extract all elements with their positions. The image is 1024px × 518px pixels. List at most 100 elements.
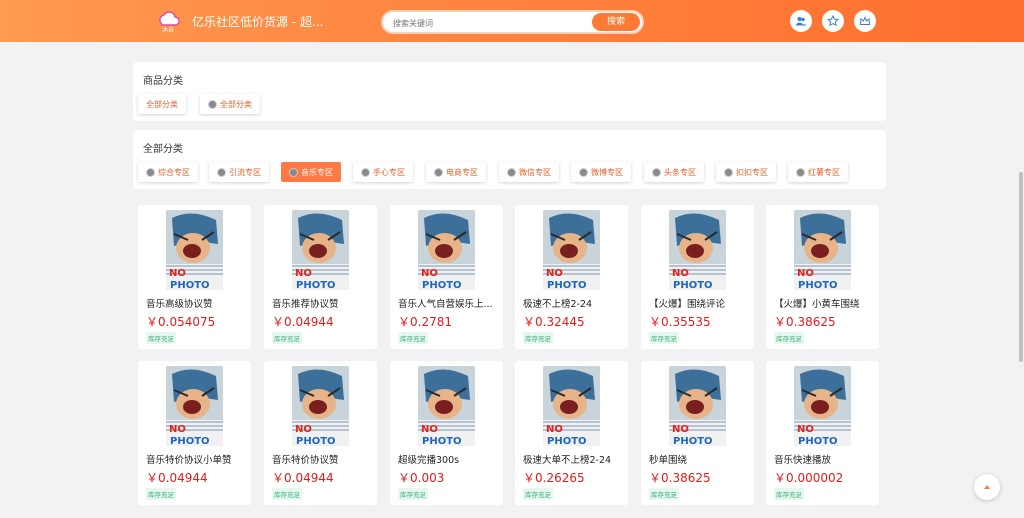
product-price: ￥0.35535 xyxy=(649,315,711,329)
chip-label: 扣扣专区 xyxy=(736,167,768,177)
product-price: ￥0.38625 xyxy=(649,471,711,485)
subcategory-chip-4[interactable]: 电商专区 xyxy=(426,162,486,182)
product-thumbnail[interactable]: NO PHOTO xyxy=(418,210,475,290)
category-avatar-icon xyxy=(652,167,661,177)
subcategory-chip-0[interactable]: 综合专区 xyxy=(138,162,198,182)
back-to-top-button[interactable] xyxy=(974,474,1000,500)
product-name[interactable]: 音乐推荐协议赞 xyxy=(272,296,372,310)
product-name[interactable]: 音乐特价协议赞 xyxy=(272,452,372,466)
subcategory-chip-6[interactable]: 微博专区 xyxy=(571,162,631,182)
no-photo-text: PHOTO xyxy=(798,280,838,290)
product-name[interactable]: 【火爆】围绕评论 xyxy=(649,296,749,310)
category-chip-all[interactable]: 全部分类 xyxy=(138,94,186,114)
chip-label: 手心专区 xyxy=(373,167,405,177)
no-photo-text: NO xyxy=(169,424,186,435)
product-price: ￥0.003 xyxy=(398,471,445,485)
no-photo-text: PHOTO xyxy=(547,436,587,446)
product-name[interactable]: 音乐高级协议赞 xyxy=(146,296,246,310)
subcategory-chip-7[interactable]: 头条专区 xyxy=(644,162,704,182)
stock-badge: 库存充足 xyxy=(398,332,428,344)
product-thumbnail[interactable]: NO PHOTO xyxy=(418,366,475,446)
no-photo-text: NO xyxy=(546,424,563,435)
product-card[interactable]: NO PHOTO 音乐特价协议小单赞 ￥0.04944 库存充足 xyxy=(138,361,251,505)
product-card[interactable]: NO PHOTO 音乐特价协议赞 ￥0.04944 库存充足 xyxy=(264,361,377,505)
no-photo-text: PHOTO xyxy=(673,436,713,446)
scrollbar-thumb[interactable] xyxy=(1019,172,1023,362)
arrow-up-icon xyxy=(984,485,990,489)
star-icon[interactable] xyxy=(822,10,844,32)
product-card[interactable]: NO PHOTO 音乐推荐协议赞 ￥0.04944 库存充足 xyxy=(264,205,377,349)
product-name[interactable]: 【火爆】小黄车围绕 xyxy=(774,296,874,310)
page-scrollbar[interactable] xyxy=(1018,42,1024,518)
stock-badge: 库存充足 xyxy=(649,488,679,500)
subcategory-chip-3[interactable]: 手心专区 xyxy=(353,162,413,182)
chip-label: 音乐专区 xyxy=(301,167,333,177)
stock-badge: 库存充足 xyxy=(272,488,302,500)
no-photo-text: NO xyxy=(672,424,689,435)
product-card[interactable]: NO PHOTO 【火爆】小黄车围绕 ￥0.38625 库存充足 xyxy=(766,205,879,349)
users-icon[interactable] xyxy=(790,10,812,32)
product-name[interactable]: 音乐快速播放 xyxy=(774,452,874,466)
product-thumbnail[interactable]: NO PHOTO xyxy=(543,366,600,446)
subcategory-title: 全部分类 xyxy=(143,144,183,155)
category-avatar-icon xyxy=(361,167,370,177)
product-thumbnail[interactable]: NO PHOTO xyxy=(166,210,223,290)
no-photo-text: PHOTO xyxy=(170,436,210,446)
subcategory-chip-1[interactable]: 引流专区 xyxy=(209,162,269,182)
product-thumbnail[interactable]: NO PHOTO xyxy=(794,366,851,446)
product-card[interactable]: NO PHOTO 极速不上榜2-24 ￥0.32445 库存充足 xyxy=(515,205,628,349)
chip-label: 红薯专区 xyxy=(808,167,840,177)
product-thumbnail[interactable]: NO PHOTO xyxy=(543,210,600,290)
chip-label: 引流专区 xyxy=(229,167,261,177)
product-thumbnail[interactable]: NO PHOTO xyxy=(669,210,726,290)
product-thumbnail[interactable]: NO PHOTO xyxy=(166,366,223,446)
product-thumbnail[interactable]: NO PHOTO xyxy=(794,210,851,290)
product-card[interactable]: NO PHOTO 超级完播300s ￥0.003 库存充足 xyxy=(390,361,503,505)
top-header: 沐自 亿乐社区低价货源 - 超... 搜索 xyxy=(0,0,1024,42)
subcategory-chip-9[interactable]: 红薯专区 xyxy=(788,162,848,182)
product-card[interactable]: NO PHOTO 【火爆】围绕评论 ￥0.35535 库存充足 xyxy=(641,205,754,349)
product-price: ￥0.38625 xyxy=(774,315,836,329)
product-name[interactable]: 音乐人气自营娱乐上... xyxy=(398,296,498,310)
product-card[interactable]: NO PHOTO 音乐人气自营娱乐上... ￥0.2781 库存充足 xyxy=(390,205,503,349)
no-photo-text: NO xyxy=(295,268,312,279)
subcategory-chip-5[interactable]: 微信专区 xyxy=(499,162,559,182)
no-photo-text: NO xyxy=(421,424,438,435)
product-thumbnail[interactable]: NO PHOTO xyxy=(292,366,349,446)
product-card[interactable]: NO PHOTO 音乐快速播放 ￥0.000002 库存充足 xyxy=(766,361,879,505)
category-avatar-icon xyxy=(289,167,298,177)
stock-badge: 库存充足 xyxy=(398,488,428,500)
product-price: ￥0.04944 xyxy=(146,471,208,485)
category-chip-all-2[interactable]: 全部分类 xyxy=(200,94,260,114)
chip-label: 微信专区 xyxy=(519,167,551,177)
product-card[interactable]: NO PHOTO 极速大单不上榜2-24 ￥0.26265 库存充足 xyxy=(515,361,628,505)
no-photo-text: PHOTO xyxy=(547,280,587,290)
product-card[interactable]: NO PHOTO 秒单围绕 ￥0.38625 库存充足 xyxy=(641,361,754,505)
product-thumbnail[interactable]: NO PHOTO xyxy=(292,210,349,290)
search-input[interactable] xyxy=(393,15,583,31)
product-thumbnail[interactable]: NO PHOTO xyxy=(669,366,726,446)
stock-badge: 库存充足 xyxy=(523,332,553,344)
chip-label: 全部分类 xyxy=(146,99,178,109)
subcategory-chip-8[interactable]: 扣扣专区 xyxy=(716,162,776,182)
product-name[interactable]: 音乐特价协议小单赞 xyxy=(146,452,246,466)
product-card[interactable]: NO PHOTO 音乐高级协议赞 ￥0.054075 库存充足 xyxy=(138,205,251,349)
site-logo[interactable]: 沐自 xyxy=(155,8,181,34)
stock-badge: 库存充足 xyxy=(774,488,804,500)
no-photo-text: PHOTO xyxy=(673,280,713,290)
search-bar: 搜索 xyxy=(381,10,644,34)
stock-badge: 库存充足 xyxy=(774,332,804,344)
product-name[interactable]: 超级完播300s xyxy=(398,452,498,466)
category-avatar-icon xyxy=(796,167,805,177)
no-photo-text: NO xyxy=(672,268,689,279)
category-avatar-icon xyxy=(434,167,443,177)
no-photo-text: NO xyxy=(169,268,186,279)
product-name[interactable]: 极速大单不上榜2-24 xyxy=(523,452,623,466)
search-button[interactable]: 搜索 xyxy=(592,13,640,31)
product-name[interactable]: 极速不上榜2-24 xyxy=(523,296,623,310)
subcategory-chip-2[interactable]: 音乐专区 xyxy=(281,162,341,182)
site-title[interactable]: 亿乐社区低价货源 - 超... xyxy=(192,13,323,30)
crown-icon[interactable] xyxy=(854,10,876,32)
stock-badge: 库存充足 xyxy=(146,488,176,500)
product-name[interactable]: 秒单围绕 xyxy=(649,452,749,466)
